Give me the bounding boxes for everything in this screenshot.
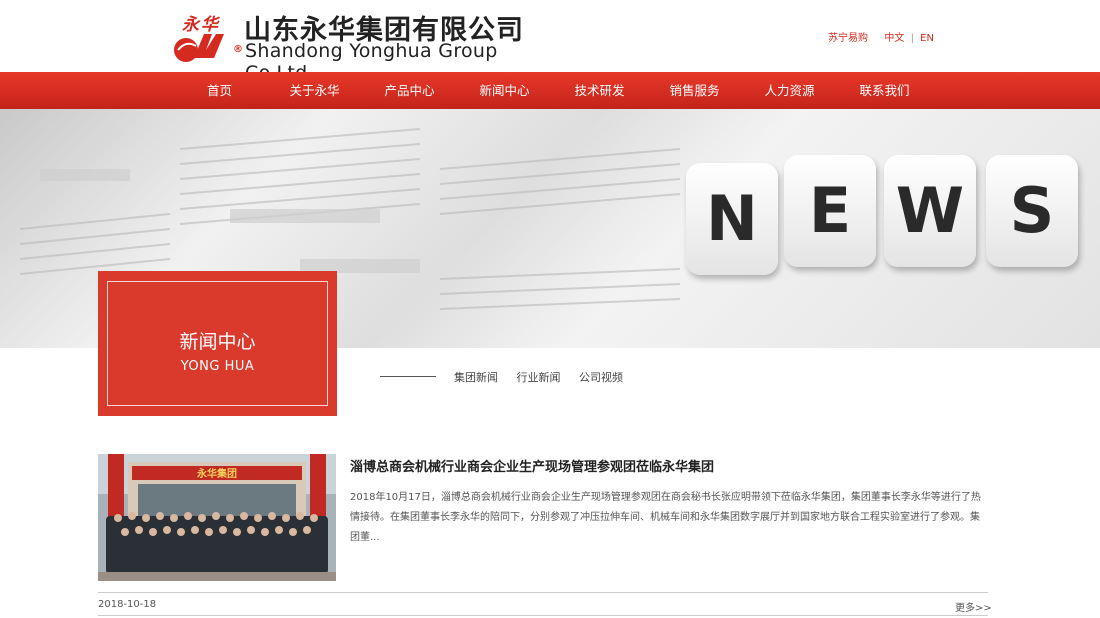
tab-group-news[interactable]: 集团新闻 bbox=[454, 371, 498, 384]
news-date: 2018-10-18 bbox=[98, 599, 157, 610]
group-photo-image: 永华集团 bbox=[98, 454, 336, 581]
nav-item-contact[interactable]: 联系我们 bbox=[837, 72, 932, 109]
news-bottom-divider bbox=[98, 615, 988, 616]
nav-item-news[interactable]: 新闻中心 bbox=[457, 72, 552, 109]
nav-item-products[interactable]: 产品中心 bbox=[362, 72, 457, 109]
news-more-link[interactable]: 更多>> bbox=[955, 599, 992, 614]
section-heading-frame: 新闻中心 YONG HUA bbox=[107, 281, 328, 406]
news-category-tabs: 集团新闻 行业新闻 公司视频 bbox=[454, 369, 638, 385]
subnav-divider bbox=[380, 376, 436, 377]
tab-industry-news[interactable]: 行业新闻 bbox=[517, 371, 561, 384]
section-heading-box: 新闻中心 YONG HUA bbox=[98, 271, 337, 416]
news-dice-w: W bbox=[884, 155, 976, 267]
news-summary: 2018年10月17日，淄博总商会机械行业商会企业生产现场管理参观团在商会秘书长… bbox=[350, 492, 981, 543]
nav-item-about[interactable]: 关于永华 bbox=[267, 72, 362, 109]
lang-zh-link[interactable]: 中文 bbox=[884, 33, 904, 44]
main-nav: 首页 关于永华 产品中心 新闻中心 技术研发 销售服务 人力资源 联系我们 bbox=[0, 72, 1100, 109]
site-header: 永华 山东永华集团有限公司 ® Shandong Yonghua Group C… bbox=[0, 0, 1100, 84]
tab-company-video[interactable]: 公司视频 bbox=[579, 371, 623, 384]
news-dice-n: N bbox=[686, 163, 778, 275]
news-thumbnail[interactable]: 永华集团 bbox=[98, 454, 336, 581]
photo-banner-text: 永华集团 bbox=[196, 467, 237, 480]
lang-separator: | bbox=[910, 33, 914, 44]
news-dice-s: S bbox=[986, 155, 1078, 267]
nav-item-sales[interactable]: 销售服务 bbox=[647, 72, 742, 109]
news-divider bbox=[98, 592, 988, 593]
section-title: 新闻中心 bbox=[179, 331, 256, 353]
nav-item-rnd[interactable]: 技术研发 bbox=[552, 72, 647, 109]
news-dice-e: E bbox=[784, 155, 876, 267]
nav-item-home[interactable]: 首页 bbox=[172, 72, 267, 109]
logo-emblem-icon bbox=[174, 34, 224, 62]
company-logo[interactable]: 永华 山东永华集团有限公司 ® Shandong Yonghua Group C… bbox=[172, 8, 562, 84]
top-links: 苏宁易购 中文 | EN bbox=[828, 29, 934, 44]
logo-mark: 永华 bbox=[172, 10, 236, 62]
nav-item-hr[interactable]: 人力资源 bbox=[742, 72, 837, 109]
lang-en-link[interactable]: EN bbox=[920, 33, 934, 44]
logo-registered-mark: ® bbox=[233, 44, 243, 55]
suning-link[interactable]: 苏宁易购 bbox=[828, 33, 868, 44]
news-title-link[interactable]: 淄博总商会机械行业商会企业生产现场管理参观团莅临永华集团 bbox=[350, 456, 714, 475]
section-subtitle: YONG HUA bbox=[180, 359, 255, 374]
